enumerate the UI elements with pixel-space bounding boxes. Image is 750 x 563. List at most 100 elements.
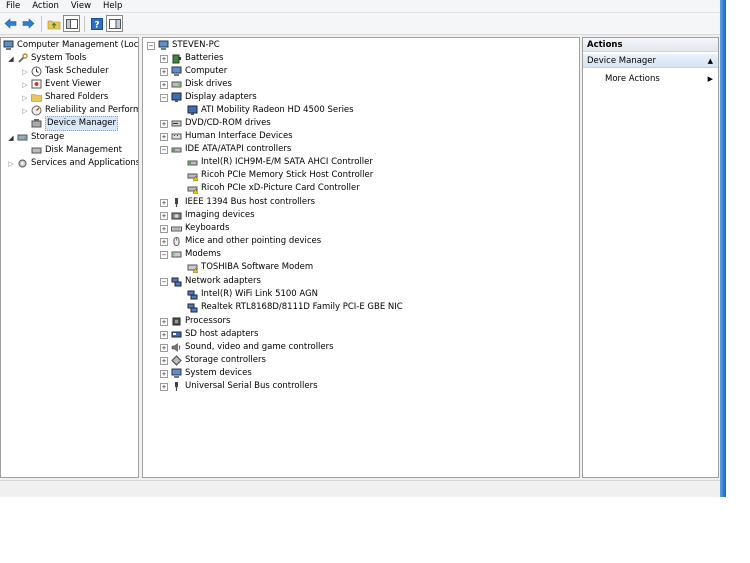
device-category-sound-video-game[interactable]: + Sound, video and game controllers: [160, 341, 334, 354]
collapse-toggle[interactable]: −: [147, 41, 155, 50]
expand-arrow-icon[interactable]: ▷: [21, 81, 29, 89]
processor-icon: [171, 316, 182, 327]
forward-button[interactable]: [20, 15, 37, 32]
device-root-steven-pc[interactable]: − STEVEN-PC: [147, 39, 220, 52]
device-ricoh-xd-picture[interactable]: Ricoh PCIe xD-Picture Card Controller: [187, 182, 360, 195]
expand-toggle[interactable]: +: [160, 132, 168, 141]
device-category-disk-drives[interactable]: + Disk drives: [160, 78, 232, 91]
expand-toggle[interactable]: +: [160, 54, 168, 63]
collapse-toggle[interactable]: −: [160, 277, 168, 286]
expand-toggle[interactable]: +: [160, 369, 168, 378]
tree-item-event-viewer[interactable]: ▷ Event Viewer: [21, 78, 101, 91]
expand-toggle[interactable]: +: [160, 343, 168, 352]
expand-toggle[interactable]: +: [160, 198, 168, 207]
device-category-processors[interactable]: + Processors: [160, 315, 230, 328]
collapse-toggle[interactable]: −: [160, 250, 168, 259]
toolbar-separator: [41, 15, 42, 32]
network-adapter-icon: [171, 276, 182, 287]
tree-item-disk-management[interactable]: Disk Management: [31, 144, 122, 157]
tree-label: Mice and other pointing devices: [185, 236, 322, 246]
device-intel-wifi-link[interactable]: Intel(R) WiFi Link 5100 AGN: [187, 288, 318, 301]
expand-arrow-icon[interactable]: ▷: [7, 160, 15, 168]
show-hide-tree-icon: [65, 18, 78, 29]
device-category-hid[interactable]: + Human Interface Devices: [160, 130, 293, 143]
device-category-network-adapters[interactable]: − Network adapters: [160, 275, 261, 288]
device-category-imaging[interactable]: + Imaging devices: [160, 209, 255, 222]
menu-bar: File Action View Help: [0, 0, 720, 13]
computer-management-window: File Action View Help ? Computer Managem…: [0, 0, 722, 497]
tree-label: Intel(R) ICH9M-E/M SATA AHCI Controller: [201, 157, 373, 167]
properties-button[interactable]: [106, 15, 123, 32]
device-category-keyboards[interactable]: + Keyboards: [160, 222, 229, 235]
device-category-mice[interactable]: + Mice and other pointing devices: [160, 235, 321, 248]
device-category-storage-controllers[interactable]: + Storage controllers: [160, 354, 266, 367]
device-category-system-devices[interactable]: + System devices: [160, 367, 252, 380]
tree-label: TOSHIBA Software Modem: [201, 262, 314, 272]
menu-file[interactable]: File: [0, 0, 26, 13]
device-toshiba-software-modem[interactable]: TOSHIBA Software Modem: [187, 261, 313, 274]
ide-controller-icon: [171, 144, 182, 155]
up-one-level-button[interactable]: [45, 15, 62, 32]
collapse-toggle[interactable]: −: [160, 145, 168, 154]
tree-label: Disk Management: [45, 145, 122, 155]
device-ricoh-memory-stick[interactable]: Ricoh PCIe Memory Stick Host Controller: [187, 169, 373, 182]
expand-toggle[interactable]: +: [160, 382, 168, 391]
modem-icon: [171, 249, 182, 260]
device-category-modems[interactable]: − Modems: [160, 248, 221, 261]
sd-host-icon: [171, 329, 182, 340]
device-category-computer[interactable]: + Computer: [160, 65, 227, 78]
device-category-ieee1394[interactable]: + IEEE 1394 Bus host controllers: [160, 196, 315, 209]
menu-action[interactable]: Action: [26, 0, 65, 13]
speaker-icon: [171, 342, 182, 353]
expand-toggle[interactable]: +: [160, 80, 168, 89]
submenu-arrow-icon: ▶: [707, 75, 713, 83]
collapse-toggle[interactable]: −: [160, 93, 168, 102]
expand-toggle[interactable]: +: [160, 317, 168, 326]
expand-toggle[interactable]: +: [160, 224, 168, 233]
menu-help[interactable]: Help: [97, 0, 128, 13]
tree-item-computer-management[interactable]: Computer Management (Local: [3, 39, 139, 52]
device-category-display-adapters[interactable]: − Display adapters: [160, 91, 257, 104]
device-category-usb-controllers[interactable]: + Universal Serial Bus controllers: [160, 380, 318, 393]
expand-toggle[interactable]: +: [160, 211, 168, 220]
expand-toggle[interactable]: +: [160, 330, 168, 339]
collapse-arrow-icon[interactable]: ◢: [7, 55, 15, 63]
device-intel-sata-ahci[interactable]: Intel(R) ICH9M-E/M SATA AHCI Controller: [187, 156, 373, 169]
expand-toggle[interactable]: +: [160, 356, 168, 365]
tree-label: Ricoh PCIe Memory Stick Host Controller: [201, 170, 374, 180]
forward-arrow-icon: [22, 18, 35, 29]
device-category-batteries[interactable]: + Batteries: [160, 52, 223, 65]
device-manager-icon: [31, 118, 42, 129]
back-button[interactable]: [2, 15, 19, 32]
tree-item-device-manager[interactable]: Device Manager: [31, 116, 119, 131]
collapse-up-icon[interactable]: ▲: [708, 54, 713, 68]
collapse-arrow-icon[interactable]: ◢: [7, 134, 15, 142]
tree-item-storage[interactable]: ◢ Storage: [7, 131, 64, 144]
device-category-sd-host[interactable]: + SD host adapters: [160, 328, 258, 341]
device-category-ide-ata-atapi[interactable]: − IDE ATA/ATAPI controllers: [160, 143, 291, 156]
actions-group-device-manager[interactable]: Device Manager ▲: [583, 54, 718, 68]
expand-arrow-icon[interactable]: ▷: [21, 68, 29, 76]
tree-item-system-tools[interactable]: ◢ System Tools: [7, 52, 86, 65]
help-button[interactable]: ?: [88, 15, 105, 32]
disk-management-icon: [31, 145, 42, 156]
tree-item-shared-folders[interactable]: ▷ Shared Folders: [21, 91, 108, 104]
device-category-dvd-cdrom[interactable]: + DVD/CD-ROM drives: [160, 117, 271, 130]
tree-item-task-scheduler[interactable]: ▷ Task Scheduler: [21, 65, 109, 78]
menu-view[interactable]: View: [65, 0, 97, 13]
expand-toggle[interactable]: +: [160, 237, 168, 246]
more-actions-item[interactable]: More Actions ▶: [583, 72, 718, 86]
expand-arrow-icon[interactable]: ▷: [21, 107, 29, 115]
device-ati-mobility-radeon[interactable]: ATI Mobility Radeon HD 4500 Series: [187, 104, 354, 117]
tree-label: Sound, video and game controllers: [185, 342, 334, 352]
expand-toggle[interactable]: +: [160, 67, 168, 76]
tree-label: Computer: [185, 66, 228, 76]
expand-toggle[interactable]: +: [160, 119, 168, 128]
device-realtek-gbe-nic[interactable]: Realtek RTL8168D/8111D Family PCI-E GBE …: [187, 301, 403, 314]
tree-label: Computer Management (Local: [17, 40, 139, 50]
show-hide-console-tree-button[interactable]: [63, 15, 80, 32]
tree-label: IEEE 1394 Bus host controllers: [185, 197, 316, 207]
expand-arrow-icon[interactable]: ▷: [21, 94, 29, 102]
tree-item-services-applications[interactable]: ▷ Services and Applications: [7, 157, 138, 170]
modem-warning-icon: [187, 262, 199, 273]
